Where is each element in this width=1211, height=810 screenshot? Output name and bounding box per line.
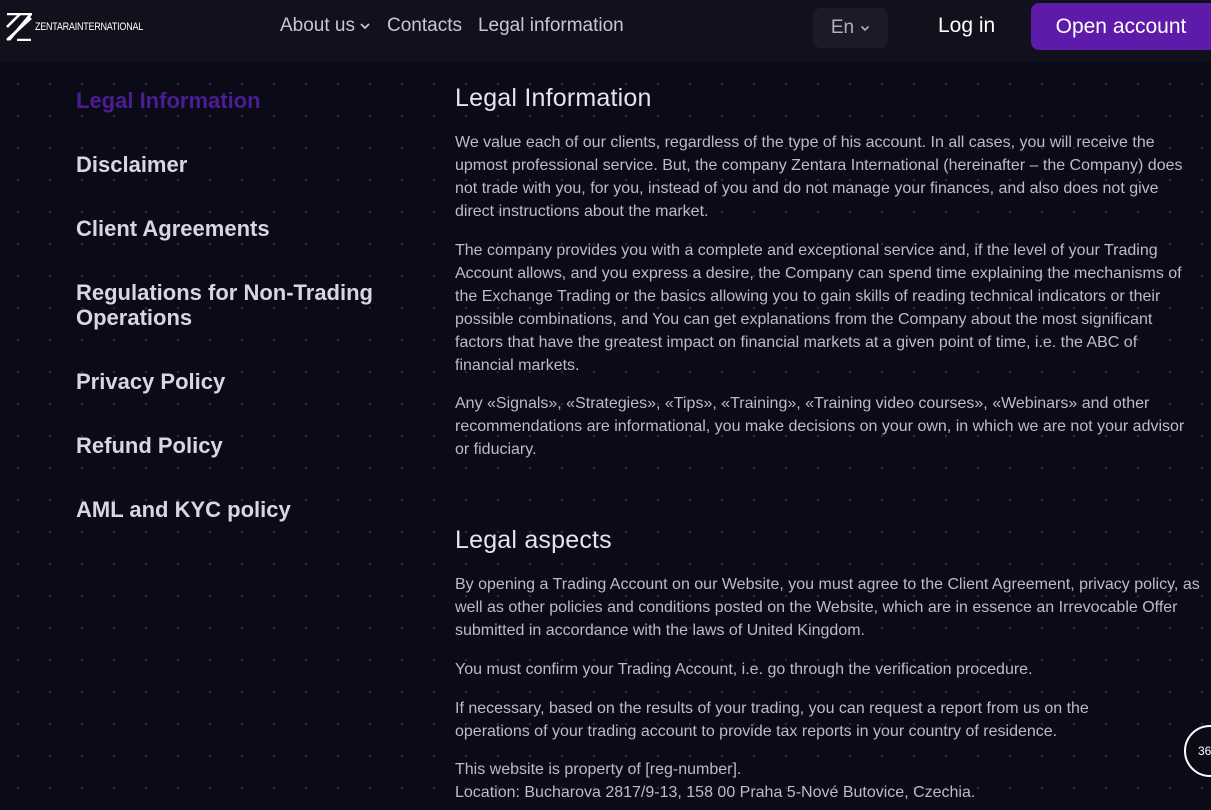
section-title-legal-information: Legal Information [455,84,652,112]
logo[interactable]: ZentaraInternational [6,13,167,41]
nav-legal-information[interactable]: Legal information [478,15,624,37]
language-label: En [830,17,855,38]
paragraph: This website is property of [reg-number]… [455,761,742,778]
paragraph: If necessary, based on the results of yo… [455,700,1089,740]
nav-contacts[interactable]: Contacts [387,15,462,37]
paragraph: Any «Signals», «Strategies», «Tips», «Tr… [455,395,1185,458]
sidebar-item-refund-policy[interactable]: Refund Policy [76,433,223,458]
logo-text: ZentaraInternational [35,21,144,33]
sidebar-item-aml-kyc-policy[interactable]: AML and KYC policy [76,497,291,522]
paragraph: We value each of our clients, regardless… [455,134,1183,220]
sidebar-item-regulations-non-trading[interactable]: Regulations for Non-Trading Operations [76,280,396,330]
sidebar-item-disclaimer[interactable]: Disclaimer [76,152,187,177]
sidebar-item-privacy-policy[interactable]: Privacy Policy [76,369,225,394]
section-title-legal-aspects: Legal aspects [455,526,612,554]
language-selector[interactable]: En [813,8,888,48]
nav-legal-information-label: Legal information [477,15,624,36]
top-header: ZentaraInternational About us Contacts L… [0,0,1211,62]
paragraph: Location: Bucharova 2817/9-13, 158 00 Pr… [455,784,976,801]
login-button[interactable]: Log in [938,14,995,38]
open-account-button[interactable]: Open account [1031,3,1211,50]
logo-mark-icon [6,13,32,41]
nav-about-us[interactable]: About us [280,15,371,37]
sidebar-item-client-agreements[interactable]: Client Agreements [76,216,270,241]
nav-contacts-label: Contacts [387,15,462,36]
sidebar-item-legal-information[interactable]: Legal Information [76,88,261,113]
paragraph: You must confirm your Trading Account, i… [455,661,1033,678]
nav-about-us-label: About us [280,15,355,36]
chevron-down-icon [861,25,870,31]
chevron-down-icon [360,23,370,30]
paragraph: By opening a Trading Account on our Webs… [455,576,1200,639]
main-nav: About us Contacts Legal information [280,15,624,37]
paragraph: The company provides you with a complete… [455,242,1182,374]
badge-count: 36 [1198,744,1211,758]
